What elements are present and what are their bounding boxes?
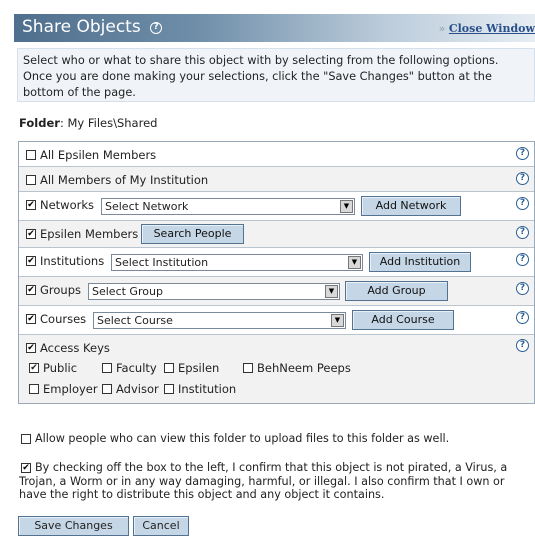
courses-checkbox[interactable]: ✔ (26, 314, 36, 324)
share-options-table: All Epsilen Members ? All Members of My … (18, 141, 535, 404)
chevron-down-icon: ▼ (325, 285, 338, 298)
network-select[interactable]: Select Network ▼ (101, 198, 355, 215)
help-icon[interactable]: ? (516, 253, 529, 266)
institution-select[interactable]: Select Institution ▼ (111, 254, 363, 271)
all-members-label: All Epsilen Members (40, 148, 157, 162)
confirm-label: By checking off the box to the left, I c… (19, 461, 508, 501)
option-row-institutions: ✔ Institutions Select Institution ▼ Add I… (19, 248, 534, 277)
group-select[interactable]: Select Group ▼ (88, 283, 340, 300)
network-select-value: Select Network (105, 200, 189, 213)
close-prefix: » (438, 22, 446, 35)
option-row-courses: ✔ Courses Select Course ▼ Add Course ? (19, 306, 534, 335)
all-members-checkbox[interactable] (26, 150, 36, 160)
key-behneem-label: BehNeem Peeps (257, 361, 351, 375)
access-keys-checkbox[interactable]: ✔ (26, 343, 36, 353)
key-public-checkbox[interactable]: ✔ (29, 363, 39, 373)
close-window: » Close Window (439, 22, 535, 35)
chevron-down-icon: ▼ (340, 200, 353, 213)
groups-label: Groups (40, 283, 82, 297)
add-group-button[interactable]: Add Group (345, 281, 448, 301)
institution-members-label: All Members of My Institution (40, 173, 209, 187)
groups-checkbox[interactable]: ✔ (26, 285, 36, 295)
folder-value: : My Files\Shared (59, 116, 158, 130)
key-public-label: Public (43, 361, 78, 375)
help-icon[interactable]: ? (516, 311, 529, 324)
option-row-networks: ✔ Networks Select Network ▼ Add Network ? (19, 192, 534, 221)
page-title-text: Share Objects (22, 17, 141, 37)
course-select-value: Select Course (97, 314, 173, 327)
add-course-button[interactable]: Add Course (352, 310, 454, 330)
key-faculty-checkbox[interactable] (102, 363, 112, 373)
course-select[interactable]: Select Course ▼ (93, 312, 346, 329)
key-institution-label: Institution (178, 382, 237, 396)
option-row-groups: ✔ Groups Select Group ▼ Add Group ? (19, 277, 534, 306)
chevron-down-icon: ▼ (331, 314, 344, 327)
institutions-label: Institutions (40, 254, 105, 268)
key-epsilen-checkbox[interactable] (164, 363, 174, 373)
option-row-access-keys: ✔ Access Keys ? ✔ Public Faculty Epsilen… (19, 335, 534, 403)
key-epsilen-label: Epsilen (178, 361, 220, 375)
institutions-checkbox[interactable]: ✔ (26, 256, 36, 266)
chevron-down-icon: ▼ (348, 256, 361, 269)
help-icon[interactable]: ? (516, 339, 529, 352)
institution-members-checkbox[interactable] (26, 175, 36, 185)
courses-label: Courses (40, 312, 87, 326)
allow-upload-label: Allow people who can view this folder to… (35, 432, 450, 445)
help-icon[interactable]: ? (516, 197, 529, 210)
key-employer-label: Employer (43, 382, 98, 396)
key-advisor-checkbox[interactable] (102, 384, 112, 394)
allow-upload-checkbox[interactable] (21, 434, 31, 444)
access-keys-label: Access Keys (40, 341, 110, 355)
help-icon[interactable]: ? (516, 147, 529, 160)
epsilen-members-checkbox[interactable]: ✔ (26, 229, 36, 239)
key-institution-checkbox[interactable] (164, 384, 174, 394)
add-institution-button[interactable]: Add Institution (369, 252, 471, 272)
save-changes-button[interactable]: Save Changes (18, 516, 129, 536)
header-bar: Share Objects ? » Close Window (14, 14, 535, 42)
option-row-institution-members: All Members of My Institution ? (19, 167, 534, 192)
folder-label: Folder (19, 116, 60, 130)
option-row-all-members: All Epsilen Members ? (19, 142, 534, 167)
folder-path: Folder: My Files\Shared (19, 116, 157, 130)
close-window-link[interactable]: Close Window (449, 22, 535, 35)
option-row-epsilen-members: ✔ Epsilen Members Search People ? (19, 221, 534, 248)
help-icon[interactable]: ? (516, 282, 529, 295)
key-employer-checkbox[interactable] (29, 384, 39, 394)
help-icon[interactable]: ? (150, 22, 163, 34)
institution-select-value: Select Institution (115, 256, 209, 269)
group-select-value: Select Group (92, 285, 163, 298)
key-advisor-label: Advisor (116, 382, 159, 396)
epsilen-members-label: Epsilen Members (40, 227, 139, 241)
intro-text: Select who or what to share this object … (17, 48, 535, 102)
page-title: Share Objects ? (22, 17, 163, 37)
cancel-button[interactable]: Cancel (133, 516, 189, 536)
help-icon[interactable]: ? (516, 226, 529, 239)
key-behneem-checkbox[interactable] (243, 363, 253, 373)
key-faculty-label: Faculty (116, 361, 157, 375)
help-icon[interactable]: ? (516, 172, 529, 185)
search-people-button[interactable]: Search People (141, 224, 244, 244)
networks-checkbox[interactable]: ✔ (26, 200, 36, 210)
networks-label: Networks (40, 198, 95, 212)
add-network-button[interactable]: Add Network (361, 196, 461, 216)
